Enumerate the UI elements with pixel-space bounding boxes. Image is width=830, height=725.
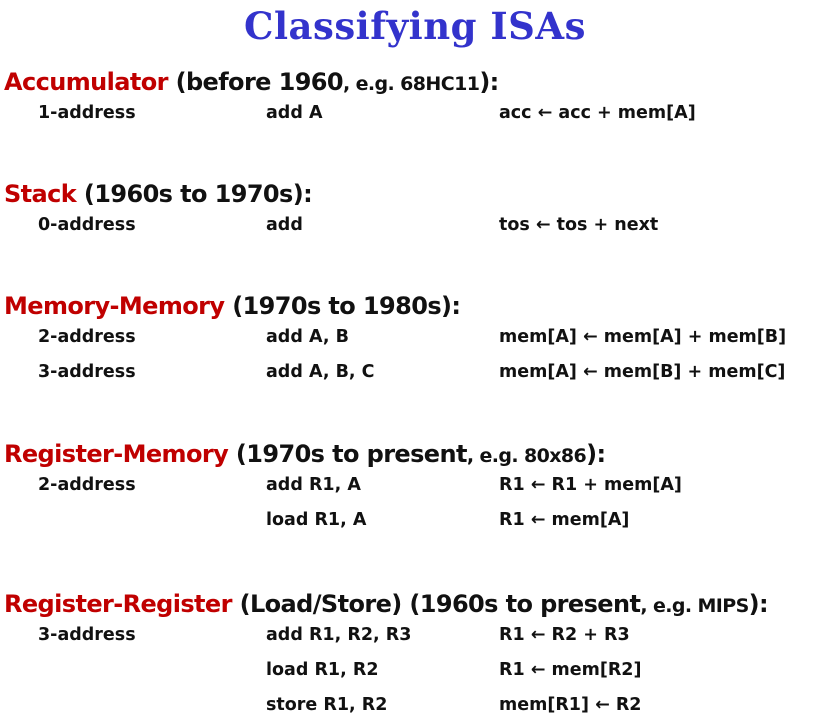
section-example: , e.g. 68HC11 bbox=[343, 73, 480, 95]
instruction: store R1, R2 bbox=[266, 695, 388, 715]
semantics: R1 ← R1 + mem[A] bbox=[499, 475, 682, 495]
instruction-row: 3-address add A, B, C mem[A] ← mem[B] + … bbox=[4, 355, 785, 390]
instruction: add A bbox=[266, 103, 323, 123]
instruction-row: load R1, R2 R1 ← mem[R2] bbox=[4, 653, 768, 688]
instruction-row: load R1, A R1 ← mem[A] bbox=[4, 503, 629, 538]
address-format: 3-address bbox=[38, 362, 136, 382]
address-format: 3-address bbox=[38, 625, 136, 645]
address-format: 2-address bbox=[38, 475, 136, 495]
section-example: , e.g. 80x86 bbox=[466, 445, 587, 467]
section-era: (1970s to 1980s): bbox=[224, 292, 461, 320]
section-category: Memory-Memory bbox=[4, 292, 225, 320]
address-format: 1-address bbox=[38, 103, 136, 123]
instruction: add R1, R2, R3 bbox=[266, 625, 412, 645]
instruction: add R1, A bbox=[266, 475, 361, 495]
instruction-row: 3-address add R1, R2, R3 R1 ← R2 + R3 bbox=[4, 618, 768, 653]
section-era: (before 1960 bbox=[167, 68, 344, 96]
section-heading: Stack (1960s to 1970s): bbox=[4, 180, 313, 208]
section-heading: Register-Register (Load/Store) (1960s to… bbox=[4, 590, 769, 618]
section-example: , e.g. MIPS bbox=[640, 595, 749, 617]
section-era: (Load/Store) (1960s to present bbox=[231, 590, 641, 618]
section-heading-tail: ): bbox=[586, 440, 606, 468]
address-format: 2-address bbox=[38, 327, 136, 347]
instruction-row: store R1, R2 mem[R1] ← R2 bbox=[4, 688, 768, 723]
semantics: R1 ← mem[R2] bbox=[499, 660, 642, 680]
semantics: mem[A] ← mem[A] + mem[B] bbox=[499, 327, 787, 347]
section-accumulator: Accumulator (before 1960, e.g. 68HC11): … bbox=[4, 68, 696, 131]
section-heading: Register-Memory (1970s to present, e.g. … bbox=[4, 440, 606, 468]
semantics: tos ← tos + next bbox=[499, 215, 659, 235]
instruction: load R1, A bbox=[266, 510, 367, 530]
instruction-row: 0-address add tos ← tos + next bbox=[4, 208, 658, 243]
instruction: add A, B bbox=[266, 327, 349, 347]
section-era: (1970s to present bbox=[228, 440, 468, 468]
section-memory-memory: Memory-Memory (1970s to 1980s): 2-addres… bbox=[4, 292, 786, 390]
instruction-row: 2-address add R1, A R1 ← R1 + mem[A] bbox=[4, 468, 682, 503]
slide-title: Classifying ISAs bbox=[244, 4, 586, 48]
section-heading-tail: ): bbox=[748, 590, 769, 618]
section-category: Register-Register bbox=[4, 590, 232, 618]
instruction: add bbox=[266, 215, 303, 235]
section-heading-tail: ): bbox=[479, 68, 499, 96]
section-register-register: Register-Register (Load/Store) (1960s to… bbox=[4, 590, 769, 723]
instruction: add A, B, C bbox=[266, 362, 375, 382]
section-era: (1960s to 1970s): bbox=[76, 180, 313, 208]
section-heading: Accumulator (before 1960, e.g. 68HC11): bbox=[4, 68, 499, 96]
section-heading: Memory-Memory (1970s to 1980s): bbox=[4, 292, 461, 320]
section-stack: Stack (1960s to 1970s): 0-address add to… bbox=[4, 180, 658, 243]
semantics: mem[A] ← mem[B] + mem[C] bbox=[499, 362, 786, 382]
semantics: mem[R1] ← R2 bbox=[499, 695, 642, 715]
instruction-row: 2-address add A, B mem[A] ← mem[A] + mem… bbox=[4, 320, 786, 355]
semantics: acc ← acc + mem[A] bbox=[499, 103, 696, 123]
instruction: load R1, R2 bbox=[266, 660, 379, 680]
semantics: R1 ← mem[A] bbox=[499, 510, 630, 530]
instruction-row: 1-address add A acc ← acc + mem[A] bbox=[4, 96, 696, 131]
semantics: R1 ← R2 + R3 bbox=[499, 625, 630, 645]
section-category: Stack bbox=[4, 180, 77, 208]
section-category: Accumulator bbox=[4, 68, 168, 96]
section-register-memory: Register-Memory (1970s to present, e.g. … bbox=[4, 440, 682, 538]
section-category: Register-Memory bbox=[4, 440, 229, 468]
address-format: 0-address bbox=[38, 215, 136, 235]
